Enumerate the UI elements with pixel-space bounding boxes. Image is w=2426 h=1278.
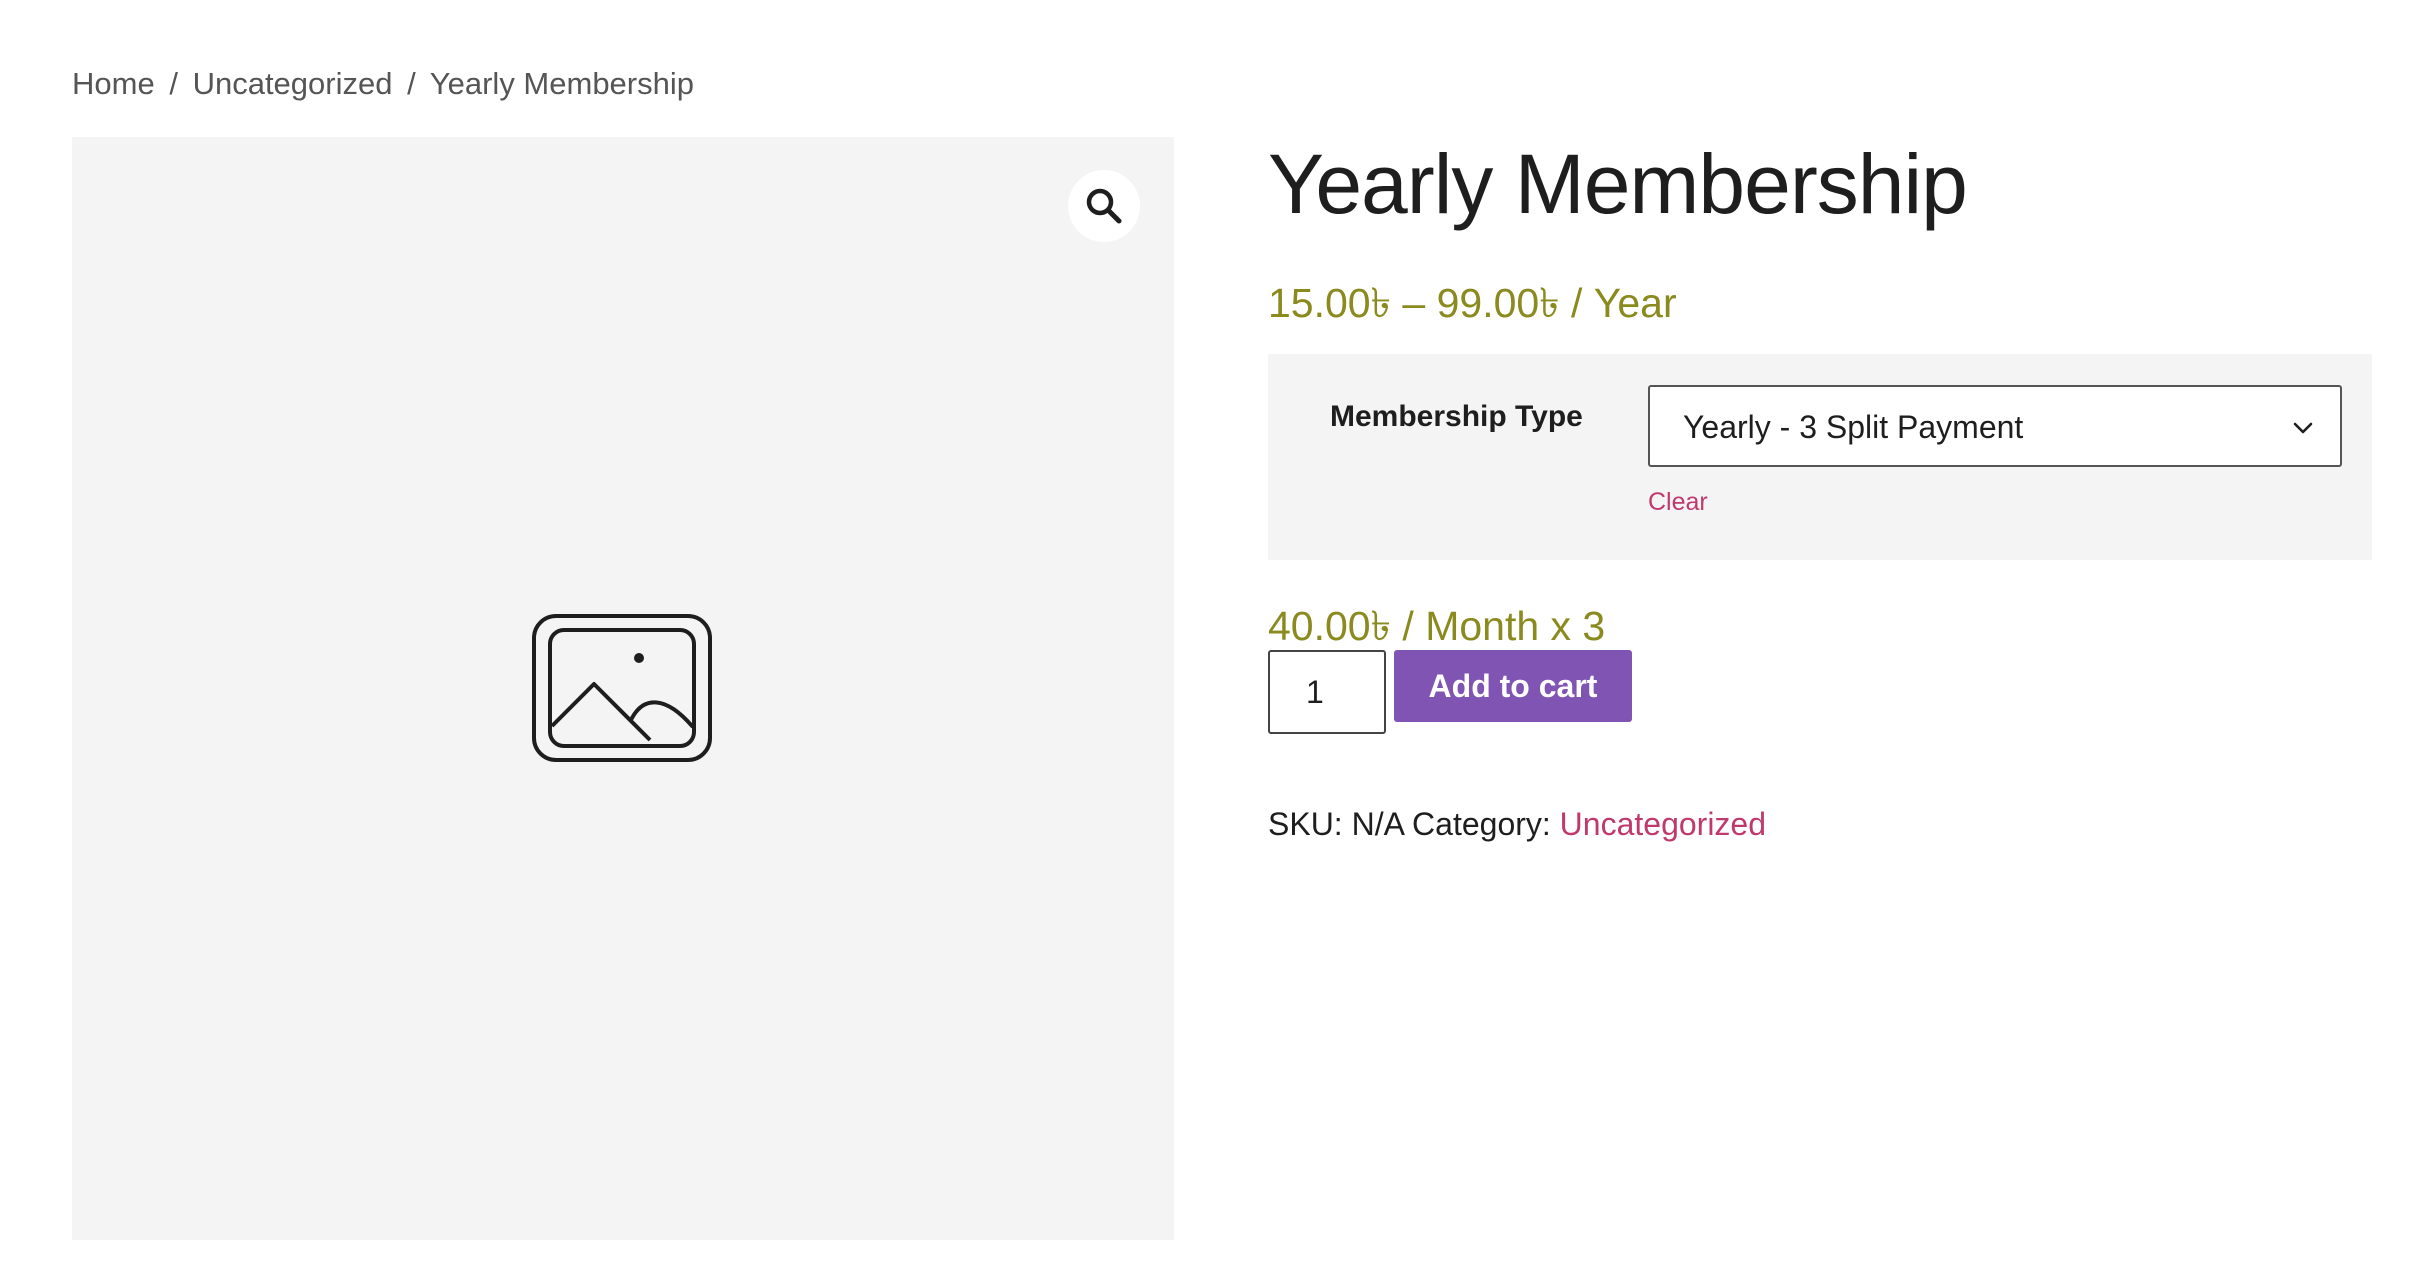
variation-label: Membership Type xyxy=(1330,400,1583,433)
membership-type-select[interactable]: Yearly - 3 Split Payment xyxy=(1648,385,2342,467)
sku-label: SKU: xyxy=(1268,806,1343,842)
breadcrumb-category[interactable]: Uncategorized xyxy=(193,66,393,101)
price-range: 15.00৳ – 99.00৳ / Year xyxy=(1268,280,1677,326)
category-label: Category: xyxy=(1412,806,1551,842)
category-link[interactable]: Uncategorized xyxy=(1560,806,1766,842)
membership-type-value: Yearly - 3 Split Payment xyxy=(1683,409,2024,445)
variations-panel: Membership Type Yearly - 3 Split Payment… xyxy=(1268,354,2372,560)
breadcrumb: Home / Uncategorized / Yearly Membership xyxy=(72,66,694,102)
breadcrumb-separator: / xyxy=(169,66,178,101)
chevron-down-icon xyxy=(2293,422,2313,434)
clear-variation-link[interactable]: Clear xyxy=(1648,488,1708,517)
product-title: Yearly Membership xyxy=(1268,137,1968,231)
breadcrumb-home[interactable]: Home xyxy=(72,66,155,101)
product-meta: SKU: N/A Category: Uncategorized xyxy=(1268,806,1766,843)
gallery-zoom-button[interactable] xyxy=(1068,170,1140,242)
breadcrumb-current: Yearly Membership xyxy=(429,66,694,101)
magnifier-icon xyxy=(1086,188,1122,224)
product-page: Home / Uncategorized / Yearly Membership… xyxy=(0,0,2426,1278)
sku-value: N/A xyxy=(1351,806,1404,842)
add-to-cart-button[interactable]: Add to cart xyxy=(1394,650,1632,722)
quantity-input[interactable] xyxy=(1268,650,1386,734)
breadcrumb-separator: / xyxy=(407,66,416,101)
image-placeholder-icon xyxy=(532,614,712,762)
